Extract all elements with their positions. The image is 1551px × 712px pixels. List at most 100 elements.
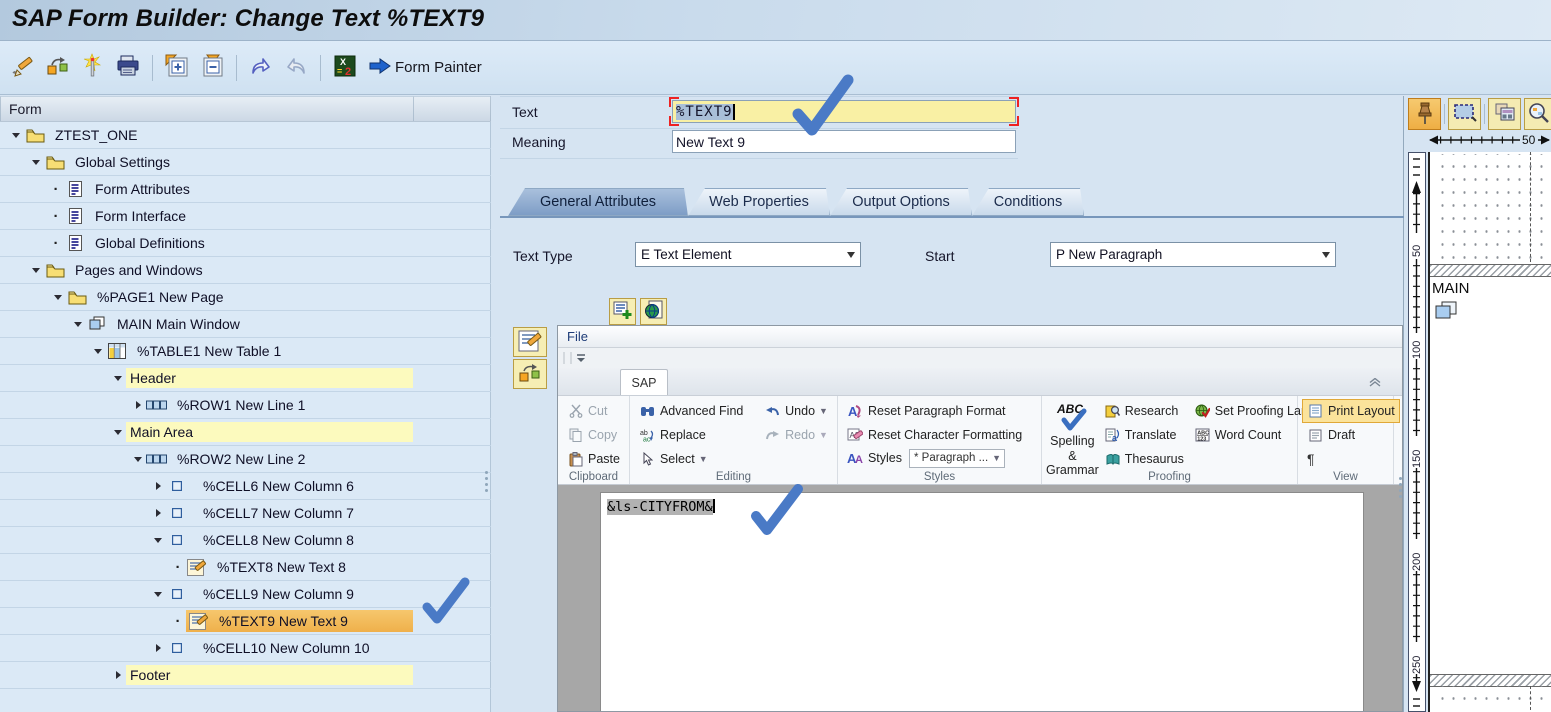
tab-conditions[interactable]: Conditions — [972, 188, 1084, 216]
document-text[interactable]: &ls-CITYFROM& — [607, 499, 715, 515]
content-splitter-handle[interactable] — [1398, 470, 1403, 504]
expand-subtree-button[interactable] — [162, 53, 192, 83]
change-display-button[interactable] — [8, 53, 38, 83]
expander-down-icon[interactable] — [28, 154, 44, 170]
expander-down-icon[interactable] — [28, 262, 44, 278]
meaning-input[interactable]: New Text 9 — [672, 130, 1016, 153]
reset-character-formatting-button[interactable]: A3Reset Character Formatting — [842, 423, 1027, 447]
undo-ribbon-button[interactable]: Undo ▼ — [759, 399, 833, 423]
collapse-ribbon-icon[interactable] — [1368, 375, 1382, 390]
tree-item-cell10[interactable]: %CELL10 New Column 10 — [0, 635, 491, 662]
tree-item-footer[interactable]: Footer — [0, 662, 491, 689]
reset-paragraph-format-button[interactable]: A Reset Paragraph Format — [842, 399, 1027, 423]
tree-splitter-handle[interactable] — [484, 464, 489, 498]
top-margin-dots — [1434, 154, 1551, 262]
expander-right-icon[interactable] — [150, 640, 166, 656]
paste-button[interactable]: Paste — [562, 447, 625, 471]
tab-output-options[interactable]: Output Options — [830, 188, 972, 216]
tree-item-row1[interactable]: %ROW1 New Line 1 — [0, 392, 491, 419]
tree-item-main-area[interactable]: Main Area — [0, 419, 491, 446]
styles-button[interactable]: A A Styles — [842, 446, 905, 470]
text-type-dropdown[interactable]: E Text Element — [635, 242, 861, 267]
draft-button[interactable]: Draft — [1302, 423, 1400, 447]
check-form-button[interactable]: X = 2 — [330, 53, 360, 83]
copy-window-button[interactable] — [1488, 98, 1521, 130]
tree-item-form-attributes[interactable]: Form Attributes — [0, 176, 491, 203]
graphical-editor-button[interactable] — [513, 359, 547, 389]
tree-item-row2[interactable]: %ROW2 New Line 2 — [0, 446, 491, 473]
expander-down-icon[interactable] — [150, 586, 166, 602]
form-painter-button[interactable]: Form Painter — [365, 53, 486, 83]
tree-item-form-interface[interactable]: Form Interface — [0, 203, 491, 230]
expander-right-icon[interactable] — [150, 505, 166, 521]
tree-item-pages-and-windows[interactable]: Pages and Windows — [0, 257, 491, 284]
tree-item-cell9[interactable]: %CELL9 New Column 9 — [0, 581, 491, 608]
expander-down-icon[interactable] — [90, 343, 106, 359]
tree-item-cell8[interactable]: %CELL8 New Column 8 — [0, 527, 491, 554]
tree-item-global-settings[interactable]: Global Settings — [0, 149, 491, 176]
tree-item-table1[interactable]: %TABLE1 New Table 1 — [0, 338, 491, 365]
text-type-label: Text Type — [513, 248, 573, 264]
expander-down-icon[interactable] — [8, 127, 24, 143]
tree-item-global-definitions[interactable]: Global Definitions — [0, 230, 491, 257]
select-area-button[interactable] — [1448, 98, 1481, 130]
paragraph-style-combobox[interactable]: * Paragraph ... ▼ — [909, 448, 1006, 468]
thesaurus-button[interactable]: Thesaurus — [1099, 447, 1189, 471]
tree-item-text8[interactable]: %TEXT8 New Text 8 — [0, 554, 491, 581]
html-preview-button[interactable] — [640, 298, 667, 325]
navigate-nodes-button[interactable] — [43, 53, 73, 83]
tree-rows: ZTEST_ONE Global Settings Form Attribute… — [0, 122, 491, 689]
tab-web-properties[interactable]: Web Properties — [688, 188, 830, 216]
selected-row-highlight[interactable]: %TEXT9 New Text 9 — [186, 610, 413, 632]
show-formatting-marks-button[interactable]: ¶ — [1302, 447, 1400, 471]
ribbon-tab-sap[interactable]: SAP — [620, 369, 668, 395]
pin-window-button[interactable] — [1408, 98, 1441, 130]
collapse-subtree-button[interactable] — [197, 53, 227, 83]
tree-item-header[interactable]: Header — [0, 365, 491, 392]
print-layout-button[interactable]: Print Layout — [1302, 399, 1400, 423]
printer-button[interactable] — [113, 53, 143, 83]
select-button[interactable]: Select ▼ — [634, 447, 759, 471]
page-preview[interactable]: MAIN — [1428, 152, 1551, 712]
file-menu[interactable]: File — [567, 329, 588, 344]
start-dropdown[interactable]: P New Paragraph — [1050, 242, 1336, 267]
copy-button[interactable]: Copy — [562, 423, 625, 447]
expander-down-icon[interactable] — [150, 532, 166, 548]
expander-right-icon[interactable] — [130, 397, 146, 413]
tree-item-text9-selected[interactable]: %TEXT9 New Text 9 — [0, 608, 491, 635]
meaning-field-row: Meaning New Text 9 — [500, 127, 1018, 159]
expander-down-icon[interactable] — [110, 424, 126, 440]
zoom-button[interactable] — [1524, 98, 1551, 130]
expander-right-icon[interactable] — [150, 478, 166, 494]
tree-item-main-window[interactable]: MAIN Main Window — [0, 311, 491, 338]
tree-item-cell7[interactable]: %CELL7 New Column 7 — [0, 500, 491, 527]
expander-down-icon[interactable] — [110, 370, 126, 386]
text-editor-button[interactable] — [513, 327, 547, 357]
tree-item-cell6[interactable]: %CELL6 New Column 6 — [0, 473, 491, 500]
expander-right-icon[interactable] — [110, 667, 126, 683]
spelling-grammar-button[interactable]: ABC Spelling & Grammar — [1046, 399, 1099, 477]
tree-item-ztest-one[interactable]: ZTEST_ONE — [0, 122, 491, 149]
redo-button[interactable] — [281, 53, 311, 83]
tree-item-page1[interactable]: %PAGE1 New Page — [0, 284, 491, 311]
expander-down-icon[interactable] — [50, 289, 66, 305]
replace-button[interactable]: ab ac Replace — [634, 423, 759, 447]
redo-ribbon-button[interactable]: Redo ▼ — [759, 423, 833, 447]
svg-text:100: 100 — [1411, 341, 1423, 359]
text-input[interactable]: %TEXT9 — [669, 97, 1019, 126]
advanced-find-button[interactable]: Advanced Find — [634, 399, 759, 423]
research-button[interactable]: Research — [1099, 399, 1189, 423]
svg-text:A: A — [855, 454, 863, 465]
cut-button[interactable]: Cut — [562, 399, 625, 423]
translate-button[interactable]: a Translate — [1099, 423, 1189, 447]
printer-icon — [115, 53, 141, 82]
magic-wand-button[interactable] — [78, 53, 108, 83]
expander-down-icon[interactable] — [70, 316, 86, 332]
undo-button[interactable] — [246, 53, 276, 83]
expander-down-icon[interactable] — [130, 451, 146, 467]
editor-document-area[interactable]: &ls-CITYFROM& — [558, 485, 1402, 711]
document-page[interactable]: &ls-CITYFROM& — [601, 493, 1363, 711]
tab-general-attributes[interactable]: General Attributes — [508, 188, 688, 216]
insert-field-button[interactable] — [609, 298, 636, 325]
customize-qat-icon[interactable] — [563, 352, 589, 364]
